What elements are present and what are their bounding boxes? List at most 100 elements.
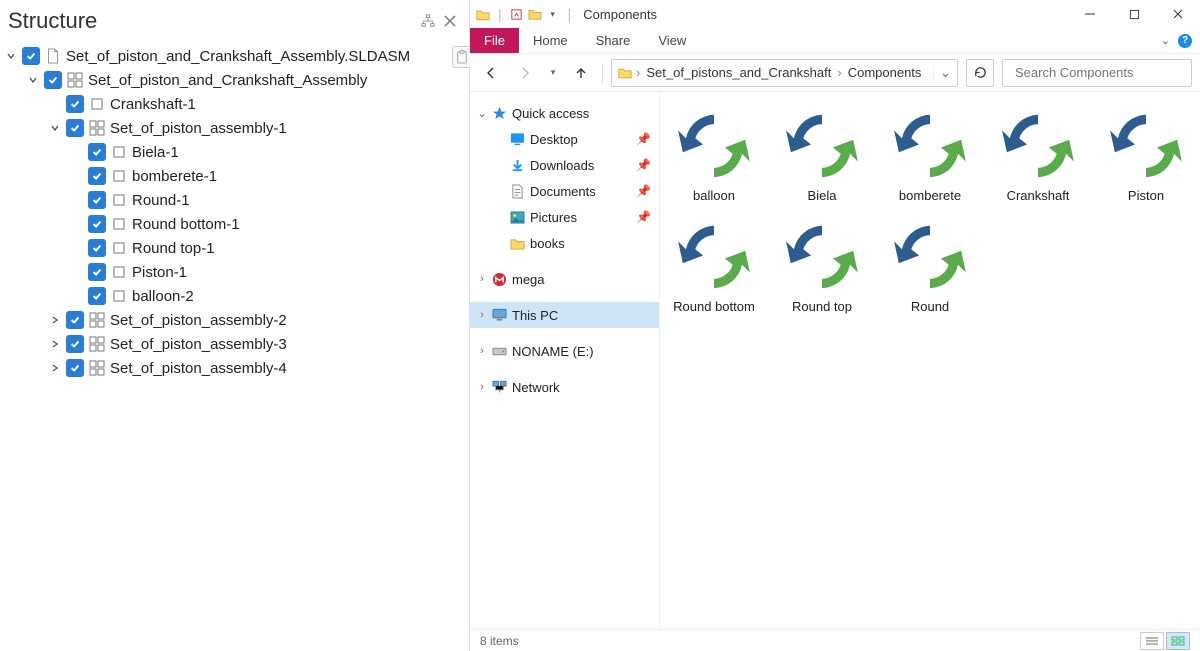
- file-label: bomberete: [899, 188, 961, 203]
- navpane-item[interactable]: Pictures📌: [470, 204, 659, 230]
- tree-row[interactable]: Round bottom-1: [2, 212, 465, 236]
- file-item[interactable]: Piston: [1098, 102, 1194, 207]
- tree-row[interactable]: Round-1: [2, 188, 465, 212]
- help-icon[interactable]: ?: [1178, 34, 1192, 48]
- expander-icon[interactable]: [46, 359, 64, 377]
- qat-newfolder-icon[interactable]: [528, 7, 542, 21]
- tree-node-label: Biela-1: [132, 144, 179, 161]
- tree-row[interactable]: bomberete-1: [2, 164, 465, 188]
- maximize-button[interactable]: [1112, 0, 1156, 28]
- address-history-dropdown[interactable]: ⌄: [933, 65, 957, 81]
- tree-row[interactable]: Piston-1: [2, 260, 465, 284]
- tree-row[interactable]: Round top-1: [2, 236, 465, 260]
- expander-icon[interactable]: [24, 71, 42, 89]
- navpane-item[interactable]: ⌄Quick access: [470, 100, 659, 126]
- navpane-item[interactable]: ›Network: [470, 374, 659, 400]
- file-label: balloon: [693, 188, 735, 203]
- visibility-checkbox[interactable]: [88, 167, 106, 185]
- navpane-label: This PC: [512, 308, 659, 323]
- tree-row[interactable]: Set_of_piston_and_Crankshaft_Assembly.SL…: [2, 44, 465, 68]
- tree-row[interactable]: Set_of_piston_assembly-2: [2, 308, 465, 332]
- search-box[interactable]: [1002, 59, 1192, 87]
- visibility-checkbox[interactable]: [88, 239, 106, 257]
- tree-row[interactable]: Crankshaft-1: [2, 92, 465, 116]
- file-item[interactable]: Round bottom: [666, 213, 762, 318]
- file-item[interactable]: balloon: [666, 102, 762, 207]
- ribbon-tab-home[interactable]: Home: [519, 28, 582, 53]
- address-bar[interactable]: › Set_of_pistons_and_Crankshaft › Compon…: [611, 59, 958, 87]
- file-item[interactable]: Biela: [774, 102, 870, 207]
- file-label: Piston: [1128, 188, 1164, 203]
- folder-icon: [508, 237, 526, 250]
- expander-icon[interactable]: [2, 47, 20, 65]
- visibility-checkbox[interactable]: [88, 263, 106, 281]
- visibility-checkbox[interactable]: [66, 311, 84, 329]
- breadcrumb-segment[interactable]: Set_of_pistons_and_Crankshaft: [642, 65, 835, 80]
- navpane-item[interactable]: ›NONAME (E:): [470, 338, 659, 364]
- navpane-item[interactable]: › This PC: [470, 302, 659, 328]
- ribbon-expand-icon[interactable]: ⌄: [1161, 34, 1170, 47]
- files-area[interactable]: balloon Biela bomberete Crankshaft Piston Rou…: [660, 92, 1200, 629]
- pin-icon: 📌: [636, 158, 651, 172]
- document-icon: [508, 184, 526, 199]
- minimize-button[interactable]: [1068, 0, 1112, 28]
- ribbon-tab-file[interactable]: File: [470, 28, 519, 53]
- navigation-bar: ▾ › Set_of_pistons_and_Crankshaft › Comp…: [470, 54, 1200, 92]
- close-icon[interactable]: [441, 13, 459, 29]
- separator: [602, 63, 603, 83]
- expander-icon[interactable]: ›: [474, 381, 490, 393]
- visibility-checkbox[interactable]: [44, 71, 62, 89]
- qat-properties-icon[interactable]: [510, 7, 524, 21]
- visibility-checkbox[interactable]: [66, 335, 84, 353]
- tree-row[interactable]: Set_of_piston_assembly-4: [2, 356, 465, 380]
- visibility-checkbox[interactable]: [22, 47, 40, 65]
- navpane-item[interactable]: ›mega: [470, 266, 659, 292]
- clipboard-tab-icon[interactable]: [452, 46, 470, 68]
- ribbon-tab-view[interactable]: View: [644, 28, 700, 53]
- visibility-checkbox[interactable]: [88, 287, 106, 305]
- visibility-checkbox[interactable]: [88, 215, 106, 233]
- tree-row[interactable]: Set_of_piston_and_Crankshaft_Assembly: [2, 68, 465, 92]
- ribbon-tab-share[interactable]: Share: [582, 28, 645, 53]
- breadcrumb-chevron-icon[interactable]: ›: [835, 65, 843, 80]
- expander-icon[interactable]: ⌄: [474, 107, 490, 120]
- tree-row[interactable]: Set_of_piston_assembly-3: [2, 332, 465, 356]
- back-button[interactable]: [478, 60, 504, 86]
- close-button[interactable]: [1156, 0, 1200, 28]
- file-item[interactable]: Round top: [774, 213, 870, 318]
- view-icons-button[interactable]: [1166, 632, 1190, 650]
- hierarchy-icon[interactable]: [419, 13, 437, 29]
- expander-icon[interactable]: [46, 311, 64, 329]
- breadcrumb-chevron-icon[interactable]: ›: [634, 65, 642, 80]
- tree-row[interactable]: balloon-2: [2, 284, 465, 308]
- visibility-checkbox[interactable]: [66, 359, 84, 377]
- tree-row[interactable]: Biela-1: [2, 140, 465, 164]
- forward-button[interactable]: [512, 60, 538, 86]
- visibility-checkbox[interactable]: [66, 95, 84, 113]
- folder-icon: [476, 7, 490, 21]
- expander-icon[interactable]: ›: [474, 345, 490, 357]
- file-item[interactable]: Crankshaft: [990, 102, 1086, 207]
- navpane-item[interactable]: books: [470, 230, 659, 256]
- visibility-checkbox[interactable]: [88, 143, 106, 161]
- qat-dropdown-icon[interactable]: ▾: [546, 7, 560, 21]
- view-details-button[interactable]: [1140, 632, 1164, 650]
- breadcrumb-segment[interactable]: Components: [844, 65, 926, 80]
- search-input[interactable]: [1015, 65, 1191, 80]
- up-button[interactable]: [568, 60, 594, 86]
- desktop-icon: [508, 132, 526, 146]
- file-item[interactable]: bomberete: [882, 102, 978, 207]
- file-item[interactable]: Round: [882, 213, 978, 318]
- refresh-button[interactable]: [966, 59, 994, 87]
- expander-icon[interactable]: [46, 335, 64, 353]
- recent-locations-button[interactable]: ▾: [546, 60, 560, 86]
- navpane-item[interactable]: Downloads📌: [470, 152, 659, 178]
- expander-icon[interactable]: ›: [474, 309, 490, 321]
- tree-row[interactable]: Set_of_piston_assembly-1: [2, 116, 465, 140]
- visibility-checkbox[interactable]: [66, 119, 84, 137]
- visibility-checkbox[interactable]: [88, 191, 106, 209]
- navpane-item[interactable]: Desktop📌: [470, 126, 659, 152]
- expander-icon[interactable]: [46, 119, 64, 137]
- navpane-item[interactable]: Documents📌: [470, 178, 659, 204]
- expander-icon[interactable]: ›: [474, 273, 490, 285]
